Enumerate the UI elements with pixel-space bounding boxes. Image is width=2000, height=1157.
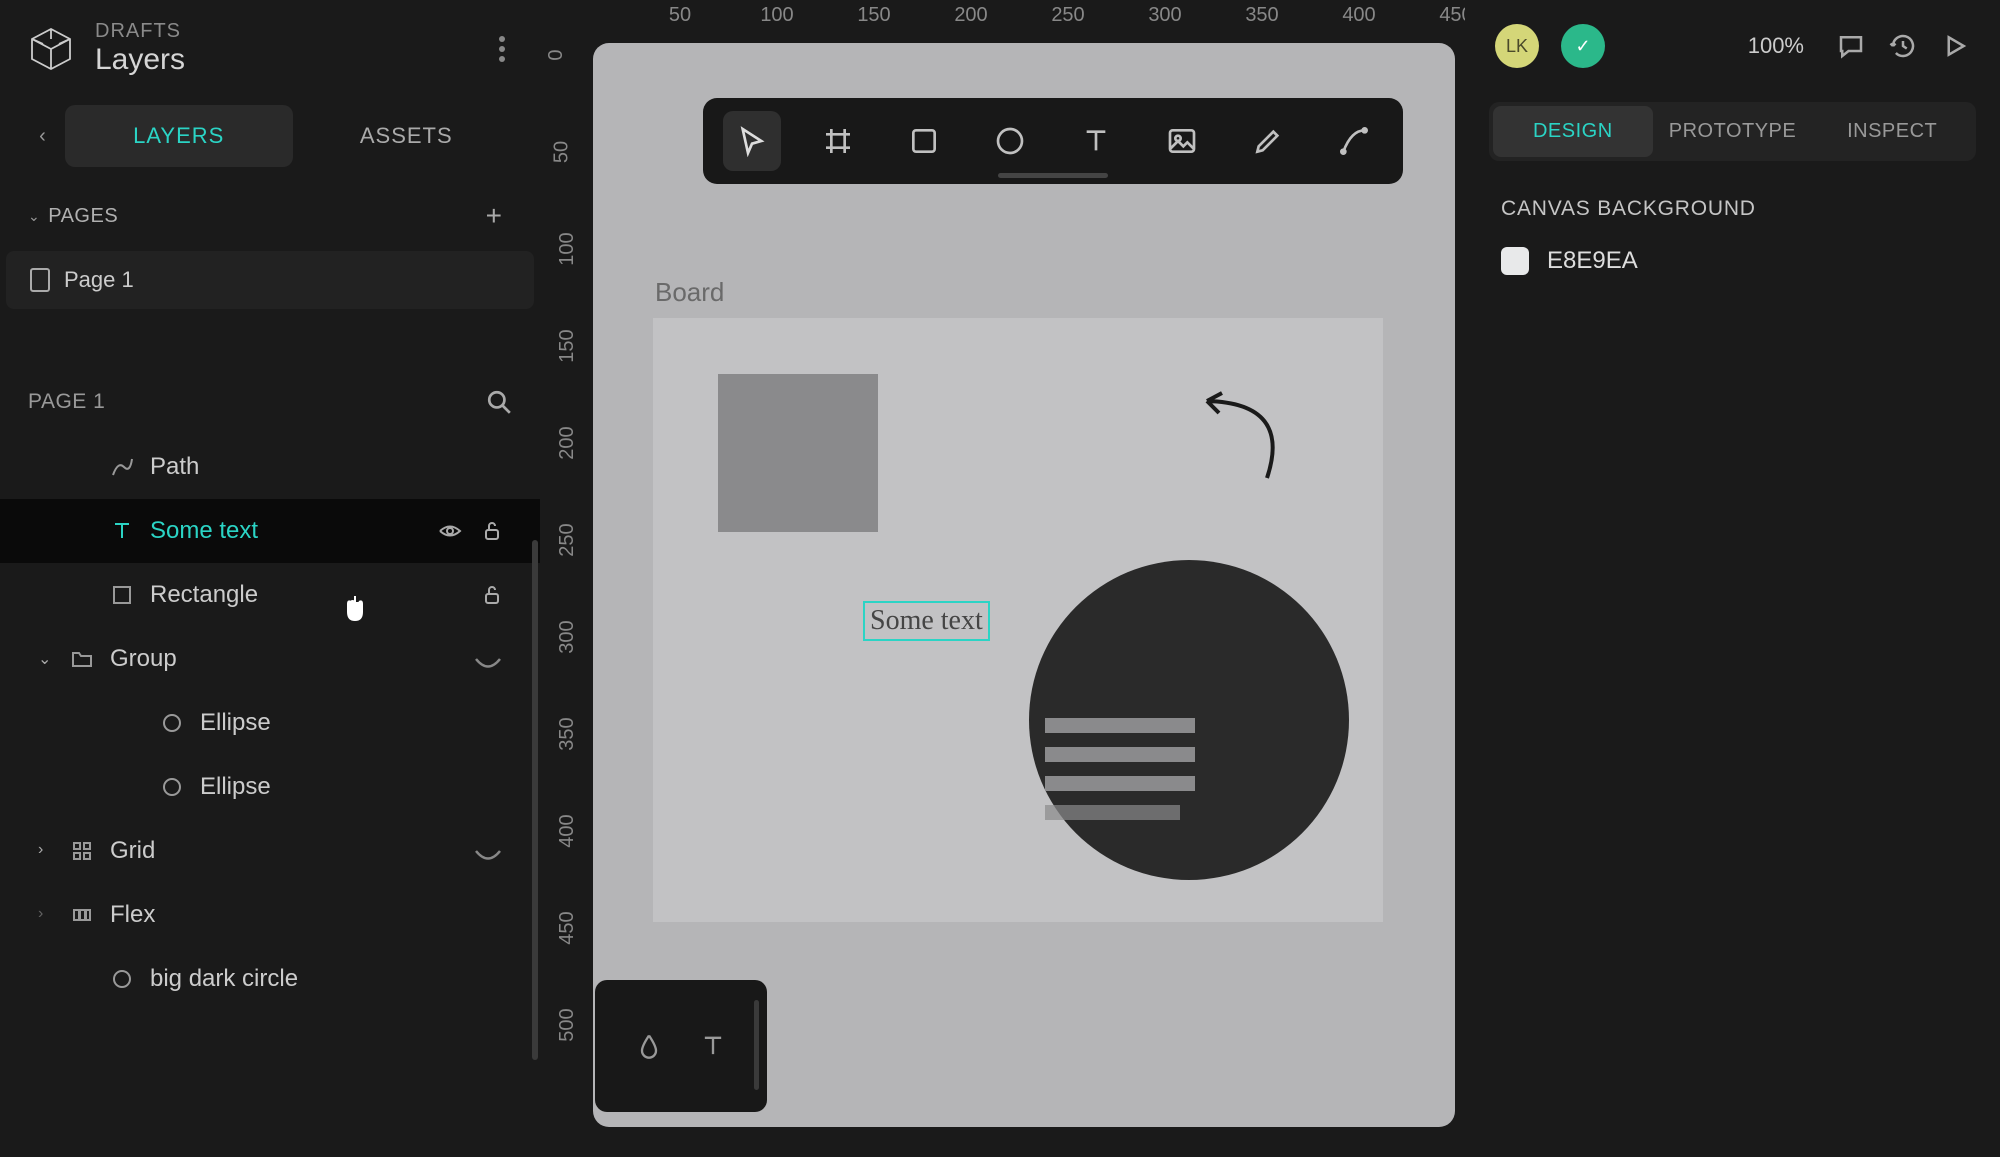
layers-section-title: PAGE 1 [28, 390, 105, 414]
layers-section-header: PAGE 1 [0, 309, 540, 435]
history-icon[interactable] [1888, 31, 1918, 61]
chevron-down-icon[interactable]: ⌄ [38, 649, 58, 669]
layer-ellipse-1[interactable]: Ellipse [0, 691, 540, 755]
layer-group[interactable]: ⌄ Group [0, 627, 540, 691]
tab-design[interactable]: DESIGN [1493, 106, 1653, 157]
color-swatch[interactable] [1501, 247, 1529, 275]
chevron-right-icon[interactable]: › [38, 841, 58, 861]
move-tool[interactable] [723, 111, 781, 171]
mini-toolbar-handle[interactable] [754, 1000, 759, 1090]
lock-icon[interactable] [480, 583, 504, 607]
text-icon [110, 519, 134, 543]
hidden-icon[interactable] [474, 843, 502, 859]
ellipse-tool[interactable] [981, 111, 1039, 171]
page-item[interactable]: Page 1 [6, 251, 534, 309]
ellipse-icon [160, 711, 184, 735]
section-label: CANVAS BACKGROUND [1501, 197, 1964, 221]
pen-tool[interactable] [1239, 111, 1297, 171]
comment-icon[interactable] [1836, 31, 1866, 61]
canvas-curve-path[interactable] [1197, 383, 1307, 483]
scrollbar[interactable] [532, 540, 538, 1060]
canvas-area[interactable]: 50 100 150 200 250 300 350 400 450 0 50 … [545, 0, 1465, 1127]
layer-grid[interactable]: › Grid [0, 819, 540, 883]
top-controls: LK ✓ 100% [1465, 0, 2000, 92]
right-panel-tabs: DESIGN PROTOTYPE INSPECT [1489, 102, 1976, 161]
pages-label[interactable]: ⌄ PAGES [28, 205, 118, 228]
canvas-text-element[interactable]: Some text [863, 601, 990, 641]
app-logo[interactable] [25, 23, 77, 75]
text-tool[interactable] [1067, 111, 1125, 171]
page-icon [30, 268, 50, 292]
ruler-vertical: 0 50 100 150 200 250 300 350 400 450 500 [545, 30, 585, 1157]
project-name[interactable]: DRAFTS [95, 20, 481, 43]
sidebar-header: DRAFTS Layers [0, 20, 540, 77]
chevron-down-icon: ⌄ [28, 208, 40, 225]
tab-prototype[interactable]: PROTOTYPE [1653, 106, 1813, 157]
mini-toolbar[interactable] [595, 980, 767, 1112]
cursor-pointer-icon [344, 594, 366, 622]
layer-big-dark-circle[interactable]: big dark circle [0, 947, 540, 1011]
rectangle-tool[interactable] [895, 111, 953, 171]
visibility-icon[interactable] [438, 519, 462, 543]
ruler-horizontal: 50 100 150 200 250 300 350 400 450 [585, 0, 1465, 30]
user-avatar[interactable]: LK [1495, 24, 1539, 68]
toolbar-drag-handle[interactable] [998, 173, 1108, 178]
file-title[interactable]: Layers [95, 43, 481, 77]
path-icon [110, 455, 134, 479]
pages-header: ⌄ PAGES + [0, 167, 540, 251]
lock-icon[interactable] [480, 519, 504, 543]
layer-list: Path Some text Rectangle ⌄ Group Ell [0, 435, 540, 1011]
back-chevron-icon[interactable]: ‹ [20, 105, 65, 167]
play-icon[interactable] [1940, 31, 1970, 61]
layer-path[interactable]: Path [0, 435, 540, 499]
text-tool-icon[interactable] [699, 1032, 727, 1060]
layer-rectangle[interactable]: Rectangle [0, 563, 540, 627]
image-tool[interactable] [1153, 111, 1211, 171]
canvas-background-section: CANVAS BACKGROUND E8E9EA [1465, 161, 2000, 311]
hidden-icon[interactable] [474, 651, 502, 667]
rectangle-icon [110, 583, 134, 607]
main-toolbar [703, 98, 1403, 184]
page-name: Page 1 [64, 267, 134, 293]
ellipse-icon [160, 775, 184, 799]
curve-tool[interactable] [1325, 111, 1383, 171]
layer-ellipse-2[interactable]: Ellipse [0, 755, 540, 819]
tab-inspect[interactable]: INSPECT [1812, 106, 1972, 157]
color-value-row[interactable]: E8E9EA [1501, 247, 1964, 275]
frame-tool[interactable] [809, 111, 867, 171]
search-icon[interactable] [486, 389, 512, 415]
color-drop-icon[interactable] [635, 1032, 663, 1060]
left-sidebar: DRAFTS Layers ‹ LAYERS ASSETS ⌄ PAGES + … [0, 0, 540, 1127]
right-panel: LK ✓ 100% DESIGN PROTOTYPE INSPECT CANVA… [1465, 0, 2000, 1127]
canvas-rectangle[interactable] [718, 374, 878, 532]
zoom-level[interactable]: 100% [1748, 33, 1804, 59]
ellipse-icon [110, 967, 134, 991]
flex-icon [70, 903, 94, 927]
layer-flex[interactable]: › Flex [0, 883, 540, 947]
presence-check-icon[interactable]: ✓ [1561, 24, 1605, 68]
tab-assets[interactable]: ASSETS [293, 105, 521, 167]
add-page-button[interactable]: + [476, 195, 512, 237]
folder-icon [70, 647, 94, 671]
layer-some-text[interactable]: Some text [0, 499, 540, 563]
grid-icon [70, 839, 94, 863]
kebab-menu-icon[interactable] [499, 36, 505, 62]
sidebar-tabs: ‹ LAYERS ASSETS [20, 105, 520, 167]
color-hex: E8E9EA [1547, 247, 1638, 275]
tab-layers[interactable]: LAYERS [65, 105, 293, 167]
board-label[interactable]: Board [655, 277, 724, 308]
chevron-right-icon[interactable]: › [38, 905, 58, 925]
canvas-bars-group[interactable] [1045, 718, 1195, 820]
